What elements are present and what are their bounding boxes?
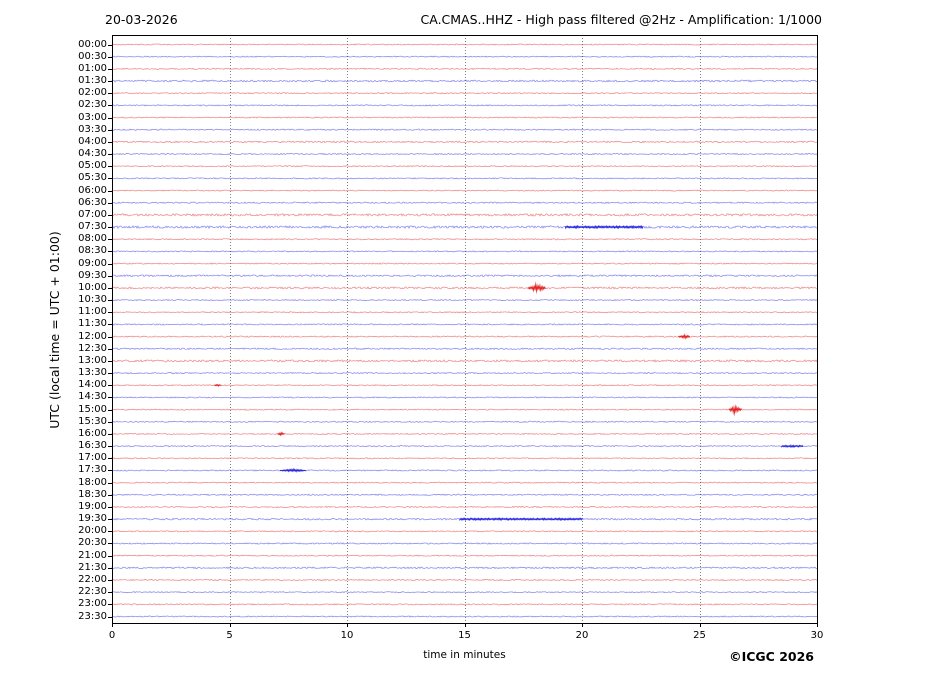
y-tick-label: 08:00 <box>78 233 107 245</box>
y-tick-label: 13:00 <box>78 354 107 366</box>
y-tick-label: 15:30 <box>78 415 107 427</box>
y-tick-label: 01:30 <box>78 75 107 86</box>
y-tick-label: 14:00 <box>78 379 107 391</box>
y-tick-label: 01:00 <box>78 62 107 74</box>
y-tick-label: 08:30 <box>78 245 107 257</box>
station-title: CA.CMAS..HHZ - High pass filtered @2Hz -… <box>420 12 822 27</box>
y-tick-label: 16:30 <box>78 440 107 452</box>
y-tick-label: 15:00 <box>78 403 107 415</box>
y-tick-label: 02:30 <box>78 99 107 111</box>
y-tick-label: 19:30 <box>78 513 107 525</box>
y-tick-label: 11:00 <box>78 306 107 318</box>
y-tick-label: 09:30 <box>78 269 107 281</box>
y-tick-label: 12:00 <box>78 330 107 342</box>
y-tick-label: 22:00 <box>78 573 107 585</box>
y-tick-label: 21:30 <box>78 561 107 573</box>
y-tick-label: 03:00 <box>78 111 107 123</box>
x-tick-label: 30 <box>810 630 824 641</box>
x-tick-label: 0 <box>108 630 116 641</box>
x-tick-label: 25 <box>693 630 706 641</box>
y-tick-label: 09:00 <box>78 257 107 269</box>
x-tick-label: 5 <box>226 630 233 641</box>
y-tick-label: 00:30 <box>78 50 107 62</box>
y-tick-label: 11:30 <box>78 318 107 330</box>
y-tick-label: 17:00 <box>78 452 107 464</box>
y-tick-label: 04:30 <box>78 148 107 160</box>
y-tick-label: 06:00 <box>78 184 107 196</box>
x-tick-label: 20 <box>575 630 589 641</box>
y-tick-label: 05:00 <box>78 160 107 172</box>
y-tick-label: 04:00 <box>78 135 107 147</box>
y-tick-label: 02:00 <box>78 87 107 99</box>
y-tick-label: 13:30 <box>78 367 107 379</box>
y-tick-label: 20:30 <box>78 537 107 549</box>
seismogram-page: 20-03-2026 CA.CMAS..HHZ - High pass filt… <box>0 0 927 696</box>
y-tick-label: 18:00 <box>78 476 107 488</box>
y-tick-label: 14:30 <box>78 391 107 403</box>
y-tick-label: 16:00 <box>78 427 107 439</box>
y-tick-label: 21:00 <box>78 549 107 561</box>
y-tick-label: 07:00 <box>78 208 107 220</box>
y-tick-label: 18:30 <box>78 488 107 500</box>
y-tick-label: 22:30 <box>78 586 107 598</box>
x-tick-label: 10 <box>340 630 354 641</box>
x-axis-label: time in minutes <box>423 649 506 661</box>
helicorder-plot-canvas <box>0 0 927 696</box>
y-tick-label: 19:00 <box>78 500 107 512</box>
y-tick-label: 23:00 <box>78 598 107 610</box>
y-tick-label: 05:30 <box>78 172 107 184</box>
y-tick-label: 10:00 <box>78 281 107 293</box>
y-tick-label: 00:00 <box>78 38 107 50</box>
y-tick-label: 07:30 <box>78 221 107 233</box>
y-tick-label: 03:30 <box>78 123 107 135</box>
y-tick-label: 12:30 <box>78 342 107 354</box>
y-tick-label: 06:30 <box>78 196 107 208</box>
y-tick-label: 20:00 <box>78 525 107 537</box>
y-tick-label: 23:30 <box>78 610 107 622</box>
date-label: 20-03-2026 <box>105 12 178 27</box>
x-tick-label: 15 <box>458 630 471 641</box>
copyright-label: ©ICGC 2026 <box>729 649 814 664</box>
y-tick-label: 10:30 <box>78 294 107 306</box>
y-tick-label: 17:30 <box>78 464 107 476</box>
